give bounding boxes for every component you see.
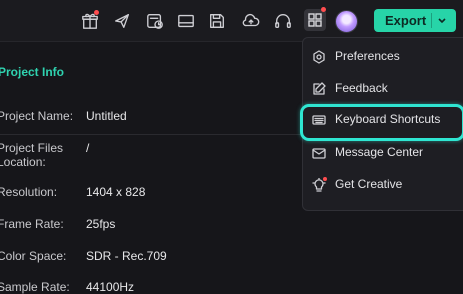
frame-rate-label: Frame Rate:: [0, 217, 64, 231]
menu-item-label: Preferences: [335, 49, 400, 63]
feedback-icon: [312, 82, 326, 96]
export-button[interactable]: Export: [374, 9, 456, 32]
gift-icon[interactable]: [80, 10, 100, 31]
export-label: Export: [385, 13, 427, 28]
top-toolbar: Export: [0, 0, 463, 42]
resolution-value: 1404 x 828: [86, 185, 146, 199]
project-name-label: Project Name:: [0, 109, 74, 123]
chevron-down-icon[interactable]: [435, 13, 449, 27]
grid-icon[interactable]: [304, 7, 326, 31]
sample-rate-value: 44100Hz: [86, 280, 135, 294]
divider: [0, 134, 300, 135]
menu-item-get-creative[interactable]: Get Creative: [303, 171, 463, 199]
headphones-icon[interactable]: [273, 11, 293, 31]
keyboard-icon: [312, 113, 326, 127]
menu-item-preferences[interactable]: Preferences: [303, 43, 463, 71]
project-files-location-value: /: [86, 141, 90, 155]
menu-item-label: Get Creative: [335, 177, 403, 191]
layout-icon[interactable]: [176, 11, 196, 31]
menu-item-label: Feedback: [335, 81, 388, 95]
menu-item-keyboard-shortcuts[interactable]: Keyboard Shortcuts: [300, 104, 463, 141]
page-title: Project Info: [0, 65, 65, 79]
project-name-value: Untitled: [86, 109, 127, 123]
settings-dropdown-menu: Preferences Feedback Keyboard Shortcuts …: [300, 37, 463, 211]
menu-item-message-center[interactable]: Message Center: [303, 139, 463, 167]
avatar[interactable]: [335, 10, 358, 33]
project-files-location-label: Project Files Location:: [0, 141, 64, 169]
sample-rate-label: Sample Rate:: [0, 280, 70, 294]
mail-icon: [312, 146, 326, 160]
menu-item-feedback[interactable]: Feedback: [303, 75, 463, 103]
save-icon[interactable]: [207, 11, 227, 31]
resolution-label: Resolution:: [0, 185, 58, 199]
color-space-value: SDR - Rec.709: [86, 249, 167, 263]
calendar-clock-icon[interactable]: [145, 11, 165, 31]
gear-icon: [312, 50, 326, 64]
color-space-label: Color Space:: [0, 249, 67, 263]
send-icon[interactable]: [112, 11, 132, 31]
frame-rate-value: 25fps: [86, 217, 116, 231]
menu-item-label: Keyboard Shortcuts: [335, 112, 441, 126]
lightbulb-icon: [312, 177, 327, 192]
export-divider: [431, 13, 432, 28]
cloud-upload-icon[interactable]: [241, 11, 261, 31]
menu-item-label: Message Center: [335, 145, 424, 159]
